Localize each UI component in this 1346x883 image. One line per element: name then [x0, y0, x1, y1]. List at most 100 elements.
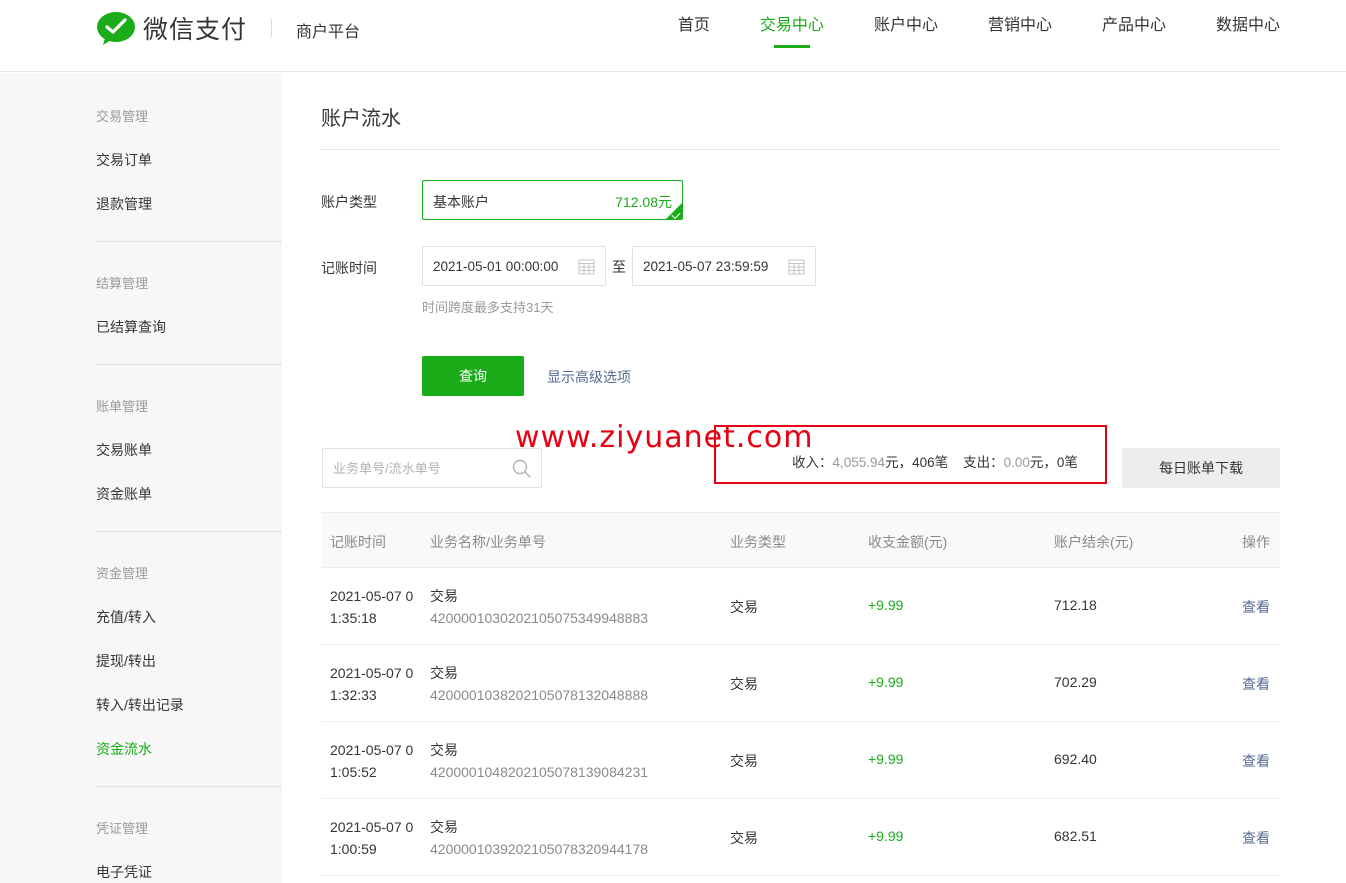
sidebar-item-fund-bill[interactable]: 资金账单: [96, 484, 152, 504]
expense-unit: 元，: [1029, 455, 1057, 470]
sidebar-item-settled-query[interactable]: 已结算查询: [96, 317, 166, 337]
col-header-biz: 业务名称/业务单号: [430, 534, 546, 550]
advanced-options-link[interactable]: 显示高级选项: [547, 367, 631, 387]
income-count: 406笔: [912, 455, 949, 470]
col-header-balance: 账户结余(元): [1054, 534, 1134, 550]
row-balance: 692.40: [1054, 751, 1097, 767]
search-icon[interactable]: [512, 459, 531, 478]
daily-bill-download-button[interactable]: 每日账单下载: [1122, 448, 1280, 488]
top-nav: 首页 交易中心 账户中心 营销中心 产品中心 数据中心: [628, 0, 1280, 72]
sidebar-item-e-voucher[interactable]: 电子凭证: [96, 862, 152, 882]
row-biz: 交易 4200001038202105078132048888: [430, 662, 648, 706]
sidebar: 交易管理 交易订单 退款管理 结算管理 已结算查询 账单管理 交易账单 资金账单…: [0, 73, 282, 883]
row-biz-name: 交易: [430, 588, 458, 604]
search-input[interactable]: [323, 449, 508, 487]
row-balance: 702.29: [1054, 674, 1097, 690]
nav-trade-center[interactable]: 交易中心: [760, 0, 824, 72]
row-view-link[interactable]: 查看: [1242, 597, 1270, 617]
nav-marketing-center[interactable]: 营销中心: [988, 0, 1052, 72]
row-type: 交易: [730, 830, 758, 846]
row-biz-no: 4200001038202105078132048888: [430, 687, 649, 703]
row-balance: 712.18: [1054, 597, 1097, 613]
sidebar-item-transfer-records[interactable]: 转入/转出记录: [96, 695, 184, 715]
table-row: 2021-05-07 01:00:59 交易 420000103920210507…: [322, 799, 1280, 876]
logo[interactable]: 微信支付: [96, 10, 247, 46]
sidebar-item-trade-orders[interactable]: 交易订单: [96, 150, 152, 170]
sidebar-item-refunds[interactable]: 退款管理: [96, 194, 152, 214]
row-time: 2021-05-07 01:00:59: [330, 819, 414, 857]
table-header: 记账时间 业务名称/业务单号 业务类型 收支金额(元) 账户结余(元) 操作: [322, 512, 1280, 568]
row-type: 交易: [730, 599, 758, 615]
sidebar-group-title: 交易管理: [96, 109, 149, 124]
nav-data-center[interactable]: 数据中心: [1216, 0, 1280, 72]
row-type: 交易: [730, 753, 758, 769]
title-divider: [321, 149, 1280, 150]
row-view-link[interactable]: 查看: [1242, 674, 1270, 694]
expense-amount: 0.00: [1003, 455, 1030, 470]
sidebar-item-recharge[interactable]: 充值/转入: [96, 607, 156, 627]
sidebar-divider: [96, 364, 282, 365]
table-row: 2021-05-07 01:32:33 交易 420000103820210507…: [322, 645, 1280, 722]
account-name: 基本账户: [433, 194, 489, 210]
end-date-input[interactable]: 2021-05-07 23:59:59: [632, 246, 816, 286]
sidebar-item-trade-bill[interactable]: 交易账单: [96, 440, 152, 460]
calendar-icon[interactable]: [788, 258, 805, 275]
calendar-icon[interactable]: [578, 258, 595, 275]
income-amount: 4,055.94: [832, 455, 886, 470]
row-type: 交易: [730, 676, 758, 692]
sidebar-item-withdraw[interactable]: 提现/转出: [96, 651, 156, 671]
row-time: 2021-05-07 01:35:18: [330, 588, 414, 626]
row-time: 2021-05-07 01:32:33: [330, 665, 414, 703]
row-amount: +9.99: [868, 674, 904, 690]
top-header: 微信支付 商户平台 首页 交易中心 账户中心 营销中心 产品中心 数据中心: [0, 0, 1346, 72]
end-date-value: 2021-05-07 23:59:59: [643, 259, 769, 274]
watermark-text: www.ziyuanet.com: [515, 420, 814, 455]
sidebar-group-title: 凭证管理: [96, 821, 149, 836]
nav-account-center[interactable]: 账户中心: [874, 0, 938, 72]
row-amount: +9.99: [868, 751, 904, 767]
nav-home[interactable]: 首页: [678, 0, 710, 72]
expense-count: 0笔: [1056, 455, 1078, 470]
search-box: [322, 448, 542, 488]
row-balance: 682.51: [1054, 828, 1097, 844]
row-biz-no: 4200001048202105078139084231: [430, 764, 649, 780]
col-header-time: 记账时间: [330, 534, 386, 550]
start-date-input[interactable]: 2021-05-01 00:00:00: [422, 246, 606, 286]
account-type-label: 账户类型: [321, 194, 377, 210]
start-date-value: 2021-05-01 00:00:00: [433, 259, 559, 274]
nav-product-center[interactable]: 产品中心: [1102, 0, 1166, 72]
income-unit: 元，: [885, 455, 913, 470]
row-amount: +9.99: [868, 597, 904, 613]
query-button[interactable]: 查询: [422, 356, 524, 396]
date-range-hint: 时间跨度最多支持31天: [422, 300, 554, 315]
date-separator: 至: [612, 259, 626, 275]
row-amount: +9.99: [868, 828, 904, 844]
sidebar-group-title: 结算管理: [96, 276, 149, 291]
page-title: 账户流水: [321, 108, 401, 130]
row-biz: 交易 4200001039202105078320944178: [430, 816, 648, 860]
row-biz-name: 交易: [430, 819, 458, 835]
income-expense-summary: 收入：4,055.94元，406笔 支出：0.00元，0笔: [792, 451, 1078, 471]
row-biz-name: 交易: [430, 665, 458, 681]
row-view-link[interactable]: 查看: [1242, 828, 1270, 848]
time-label: 记账时间: [321, 260, 377, 276]
row-biz-no: 4200001039202105078320944178: [430, 841, 649, 857]
sidebar-item-fund-flow[interactable]: 资金流水: [96, 739, 152, 759]
table-row: 2021-05-07 01:35:18 交易 420000103020210507…: [322, 568, 1280, 645]
income-label: 收入：: [792, 455, 833, 470]
col-header-action: 操作: [1242, 534, 1270, 550]
col-header-amount: 收支金额(元): [868, 534, 948, 550]
row-view-link[interactable]: 查看: [1242, 751, 1270, 771]
col-header-type: 业务类型: [730, 534, 786, 550]
platform-name: 商户平台: [296, 24, 361, 41]
logo-divider: [271, 19, 272, 37]
account-balance: 712.08元: [615, 194, 672, 210]
sidebar-divider: [96, 786, 282, 787]
brand-name: 微信支付: [143, 16, 248, 44]
row-biz: 交易 4200001030202105075349948883: [430, 585, 648, 629]
row-time: 2021-05-07 01:05:52: [330, 742, 414, 780]
row-biz-no: 4200001030202105075349948883: [430, 610, 649, 626]
sidebar-group-title: 资金管理: [96, 566, 149, 581]
row-biz-name: 交易: [430, 742, 458, 758]
account-type-option[interactable]: 基本账户 712.08元: [422, 180, 683, 220]
